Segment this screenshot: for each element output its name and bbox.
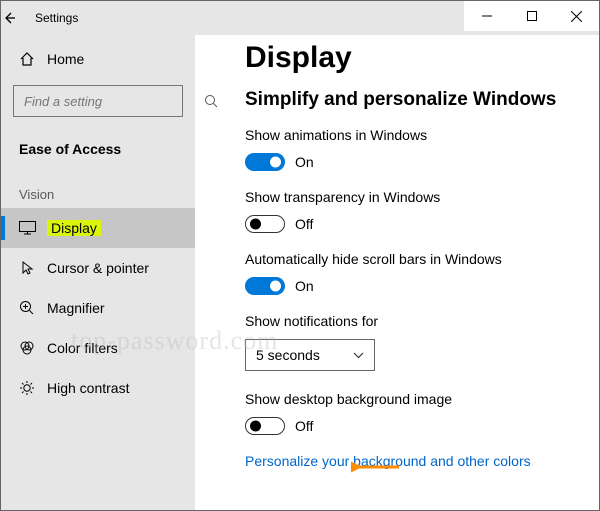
home-icon bbox=[19, 51, 47, 67]
window-title: Settings bbox=[35, 11, 78, 25]
sidebar-item-label: Magnifier bbox=[47, 300, 105, 316]
sidebar-item-label: Home bbox=[47, 51, 84, 67]
sidebar-group-title: Ease of Access bbox=[1, 127, 195, 169]
personalize-link[interactable]: Personalize your background and other co… bbox=[245, 453, 599, 469]
sidebar-item-display[interactable]: Display bbox=[1, 208, 195, 248]
option-label-scrollbars: Automatically hide scroll bars in Window… bbox=[245, 251, 599, 267]
minimize-button[interactable] bbox=[464, 1, 509, 31]
page-subtitle: Simplify and personalize Windows bbox=[245, 89, 599, 111]
color-filters-icon bbox=[19, 340, 47, 356]
toggle-transparency[interactable] bbox=[245, 215, 285, 233]
sidebar-item-high-contrast[interactable]: High contrast bbox=[1, 368, 195, 408]
selection-indicator bbox=[1, 216, 5, 240]
back-button[interactable] bbox=[1, 10, 35, 26]
window-controls bbox=[464, 1, 599, 31]
settings-window: Settings Home Ease of Access Vision Disp… bbox=[0, 0, 600, 511]
option-label-transparency: Show transparency in Windows bbox=[245, 189, 599, 205]
toggle-animations[interactable] bbox=[245, 153, 285, 171]
sidebar-category-vision: Vision bbox=[1, 169, 195, 208]
sidebar-item-cursor[interactable]: Cursor & pointer bbox=[1, 248, 195, 288]
sidebar-item-label: High contrast bbox=[47, 380, 129, 396]
toggle-scrollbars[interactable] bbox=[245, 277, 285, 295]
maximize-button[interactable] bbox=[509, 1, 554, 31]
sidebar-item-label: Display bbox=[47, 220, 101, 236]
toggle-background[interactable] bbox=[245, 417, 285, 435]
close-button[interactable] bbox=[554, 1, 599, 31]
search-input[interactable] bbox=[22, 93, 204, 110]
option-label-animations: Show animations in Windows bbox=[245, 127, 599, 143]
sidebar-item-color-filters[interactable]: Color filters bbox=[1, 328, 195, 368]
sidebar-item-label: Color filters bbox=[47, 340, 118, 356]
option-label-background: Show desktop background image bbox=[245, 391, 599, 407]
option-label-notifications: Show notifications for bbox=[245, 313, 599, 329]
high-contrast-icon bbox=[19, 380, 47, 396]
monitor-icon bbox=[19, 221, 47, 235]
pointer-icon bbox=[19, 260, 47, 276]
content-pane: Display Simplify and personalize Windows… bbox=[195, 35, 599, 510]
dropdown-value: 5 seconds bbox=[256, 347, 320, 363]
sidebar-item-home[interactable]: Home bbox=[1, 39, 195, 79]
search-box[interactable] bbox=[13, 85, 183, 117]
sidebar: Home Ease of Access Vision Display Curso… bbox=[1, 35, 195, 510]
toggle-state-animations: On bbox=[295, 154, 314, 170]
toggle-state-background: Off bbox=[295, 418, 313, 434]
toggle-state-scrollbars: On bbox=[295, 278, 314, 294]
notifications-duration-dropdown[interactable]: 5 seconds bbox=[245, 339, 375, 371]
toggle-state-transparency: Off bbox=[295, 216, 313, 232]
chevron-down-icon bbox=[353, 352, 364, 359]
sidebar-item-label: Cursor & pointer bbox=[47, 260, 149, 276]
sidebar-item-magnifier[interactable]: Magnifier bbox=[1, 288, 195, 328]
page-title: Display bbox=[245, 41, 599, 75]
magnifier-icon bbox=[19, 300, 47, 316]
